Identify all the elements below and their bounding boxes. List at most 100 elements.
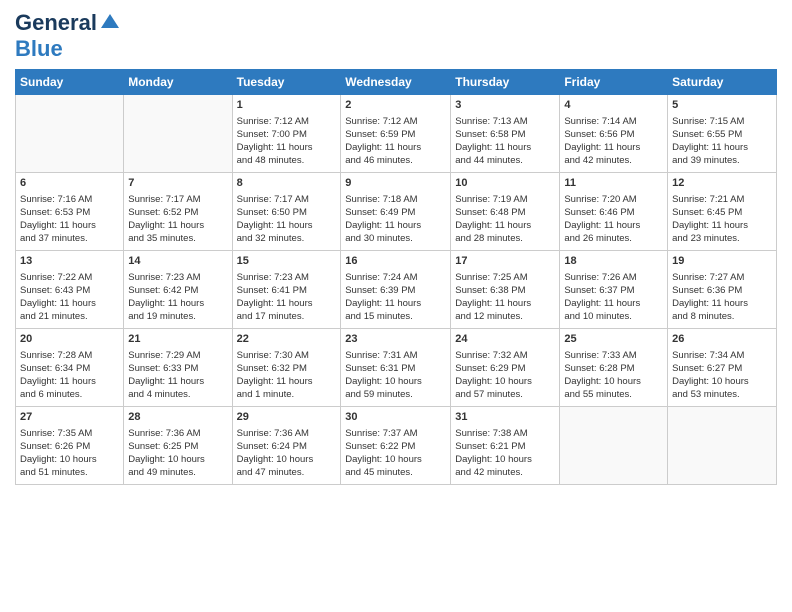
day-number: 11 — [564, 176, 663, 191]
day-detail: Sunrise: 7:29 AM Sunset: 6:33 PM Dayligh… — [128, 349, 227, 402]
header-day-monday: Monday — [124, 70, 232, 95]
day-number: 28 — [128, 410, 227, 425]
day-number: 30 — [345, 410, 446, 425]
day-detail: Sunrise: 7:17 AM Sunset: 6:52 PM Dayligh… — [128, 193, 227, 246]
page-container: General Blue SundayMondayTuesdayWednesda… — [0, 0, 792, 495]
day-number: 14 — [128, 254, 227, 269]
day-detail: Sunrise: 7:38 AM Sunset: 6:21 PM Dayligh… — [455, 427, 555, 480]
calendar-cell: 6Sunrise: 7:16 AM Sunset: 6:53 PM Daylig… — [16, 173, 124, 251]
calendar-cell: 17Sunrise: 7:25 AM Sunset: 6:38 PM Dayli… — [451, 251, 560, 329]
calendar-cell: 19 Sunrise: 7:27 AM Sunset: 6:36 PM Dayli… — [668, 251, 777, 329]
day-number: 10 — [455, 176, 555, 191]
day-number: 20 — [20, 332, 119, 347]
day-detail: Sunrise: 7:18 AM Sunset: 6:49 PM Dayligh… — [345, 193, 446, 246]
day-detail: Sunrise: 7:33 AM Sunset: 6:28 PM Dayligh… — [564, 349, 663, 402]
header-day-wednesday: Wednesday — [341, 70, 451, 95]
week-row-1: 6Sunrise: 7:16 AM Sunset: 6:53 PM Daylig… — [16, 173, 777, 251]
day-number: 5 — [672, 98, 772, 113]
header-day-tuesday: Tuesday — [232, 70, 341, 95]
day-number: 9 — [345, 176, 446, 191]
calendar-cell: 7 Sunrise: 7:17 AM Sunset: 6:52 PM Daylig… — [124, 173, 232, 251]
calendar-cell: 28 Sunrise: 7:36 AM Sunset: 6:25 PM Dayli… — [124, 407, 232, 485]
calendar-cell: 4 Sunrise: 7:14 AM Sunset: 6:56 PM Daylig… — [560, 95, 668, 173]
calendar-cell: 27 Sunrise: 7:35 AM Sunset: 6:26 PM Dayli… — [16, 407, 124, 485]
day-detail: Sunrise: 7:24 AM Sunset: 6:39 PM Dayligh… — [345, 271, 446, 324]
day-number: 17 — [455, 254, 555, 269]
day-detail: Sunrise: 7:36 AM Sunset: 6:24 PM Dayligh… — [237, 427, 337, 480]
calendar-cell — [16, 95, 124, 173]
calendar-cell: 22 Sunrise: 7:30 AM Sunset: 6:32 PM Dayli… — [232, 329, 341, 407]
day-detail: Sunrise: 7:20 AM Sunset: 6:46 PM Dayligh… — [564, 193, 663, 246]
day-detail: Sunrise: 7:32 AM Sunset: 6:29 PM Dayligh… — [455, 349, 555, 402]
calendar-cell: 3 Sunrise: 7:13 AM Sunset: 6:58 PM Daylig… — [451, 95, 560, 173]
day-number: 27 — [20, 410, 119, 425]
day-detail: Sunrise: 7:34 AM Sunset: 6:27 PM Dayligh… — [672, 349, 772, 402]
header-day-sunday: Sunday — [16, 70, 124, 95]
day-number: 29 — [237, 410, 337, 425]
day-number: 23 — [345, 332, 446, 347]
day-detail: Sunrise: 7:23 AM Sunset: 6:41 PM Dayligh… — [237, 271, 337, 324]
calendar-cell: 16 Sunrise: 7:24 AM Sunset: 6:39 PM Dayli… — [341, 251, 451, 329]
day-detail: Sunrise: 7:27 AM Sunset: 6:36 PM Dayligh… — [672, 271, 772, 324]
day-detail: Sunrise: 7:13 AM Sunset: 6:58 PM Dayligh… — [455, 115, 555, 168]
day-number: 13 — [20, 254, 119, 269]
calendar-cell — [124, 95, 232, 173]
calendar-cell: 26 Sunrise: 7:34 AM Sunset: 6:27 PM Dayli… — [668, 329, 777, 407]
day-number: 26 — [672, 332, 772, 347]
calendar-cell: 23Sunrise: 7:31 AM Sunset: 6:31 PM Dayli… — [341, 329, 451, 407]
logo-blue: Blue — [15, 37, 63, 61]
day-number: 18 — [564, 254, 663, 269]
day-detail: Sunrise: 7:12 AM Sunset: 6:59 PM Dayligh… — [345, 115, 446, 168]
calendar-cell: 30Sunrise: 7:37 AM Sunset: 6:22 PM Dayli… — [341, 407, 451, 485]
week-row-3: 20 Sunrise: 7:28 AM Sunset: 6:34 PM Dayli… — [16, 329, 777, 407]
calendar-cell: 12 Sunrise: 7:21 AM Sunset: 6:45 PM Dayli… — [668, 173, 777, 251]
calendar-cell — [560, 407, 668, 485]
day-number: 19 — [672, 254, 772, 269]
header: General Blue — [15, 10, 777, 61]
week-row-0: 1Sunrise: 7:12 AM Sunset: 7:00 PM Daylig… — [16, 95, 777, 173]
calendar-cell: 15 Sunrise: 7:23 AM Sunset: 6:41 PM Dayli… — [232, 251, 341, 329]
calendar-cell: 14 Sunrise: 7:23 AM Sunset: 6:42 PM Dayli… — [124, 251, 232, 329]
calendar-cell: 29 Sunrise: 7:36 AM Sunset: 6:24 PM Dayli… — [232, 407, 341, 485]
header-row: SundayMondayTuesdayWednesdayThursdayFrid… — [16, 70, 777, 95]
day-number: 12 — [672, 176, 772, 191]
calendar-cell: 20 Sunrise: 7:28 AM Sunset: 6:34 PM Dayli… — [16, 329, 124, 407]
day-number: 24 — [455, 332, 555, 347]
day-detail: Sunrise: 7:21 AM Sunset: 6:45 PM Dayligh… — [672, 193, 772, 246]
day-number: 6 — [20, 176, 119, 191]
header-day-friday: Friday — [560, 70, 668, 95]
calendar-cell: 5 Sunrise: 7:15 AM Sunset: 6:55 PM Daylig… — [668, 95, 777, 173]
day-number: 16 — [345, 254, 446, 269]
day-detail: Sunrise: 7:23 AM Sunset: 6:42 PM Dayligh… — [128, 271, 227, 324]
day-number: 8 — [237, 176, 337, 191]
day-detail: Sunrise: 7:30 AM Sunset: 6:32 PM Dayligh… — [237, 349, 337, 402]
day-detail: Sunrise: 7:35 AM Sunset: 6:26 PM Dayligh… — [20, 427, 119, 480]
day-detail: Sunrise: 7:28 AM Sunset: 6:34 PM Dayligh… — [20, 349, 119, 402]
day-number: 4 — [564, 98, 663, 113]
day-number: 25 — [564, 332, 663, 347]
day-detail: Sunrise: 7:12 AM Sunset: 7:00 PM Dayligh… — [237, 115, 337, 168]
calendar-cell: 25 Sunrise: 7:33 AM Sunset: 6:28 PM Dayli… — [560, 329, 668, 407]
day-detail: Sunrise: 7:19 AM Sunset: 6:48 PM Dayligh… — [455, 193, 555, 246]
calendar-cell: 9 Sunrise: 7:18 AM Sunset: 6:49 PM Daylig… — [341, 173, 451, 251]
calendar-cell: 24 Sunrise: 7:32 AM Sunset: 6:29 PM Dayli… — [451, 329, 560, 407]
calendar-cell: 2 Sunrise: 7:12 AM Sunset: 6:59 PM Daylig… — [341, 95, 451, 173]
calendar-cell: 1Sunrise: 7:12 AM Sunset: 7:00 PM Daylig… — [232, 95, 341, 173]
week-row-2: 13 Sunrise: 7:22 AM Sunset: 6:43 PM Dayli… — [16, 251, 777, 329]
header-day-saturday: Saturday — [668, 70, 777, 95]
day-number: 2 — [345, 98, 446, 113]
day-number: 3 — [455, 98, 555, 113]
day-number: 7 — [128, 176, 227, 191]
day-detail: Sunrise: 7:15 AM Sunset: 6:55 PM Dayligh… — [672, 115, 772, 168]
week-row-4: 27 Sunrise: 7:35 AM Sunset: 6:26 PM Dayli… — [16, 407, 777, 485]
day-number: 22 — [237, 332, 337, 347]
header-day-thursday: Thursday — [451, 70, 560, 95]
day-detail: Sunrise: 7:14 AM Sunset: 6:56 PM Dayligh… — [564, 115, 663, 168]
day-detail: Sunrise: 7:22 AM Sunset: 6:43 PM Dayligh… — [20, 271, 119, 324]
day-number: 15 — [237, 254, 337, 269]
logo-icon — [99, 10, 121, 32]
calendar-cell: 18 Sunrise: 7:26 AM Sunset: 6:37 PM Dayli… — [560, 251, 668, 329]
day-detail: Sunrise: 7:36 AM Sunset: 6:25 PM Dayligh… — [128, 427, 227, 480]
day-number: 31 — [455, 410, 555, 425]
day-detail: Sunrise: 7:26 AM Sunset: 6:37 PM Dayligh… — [564, 271, 663, 324]
